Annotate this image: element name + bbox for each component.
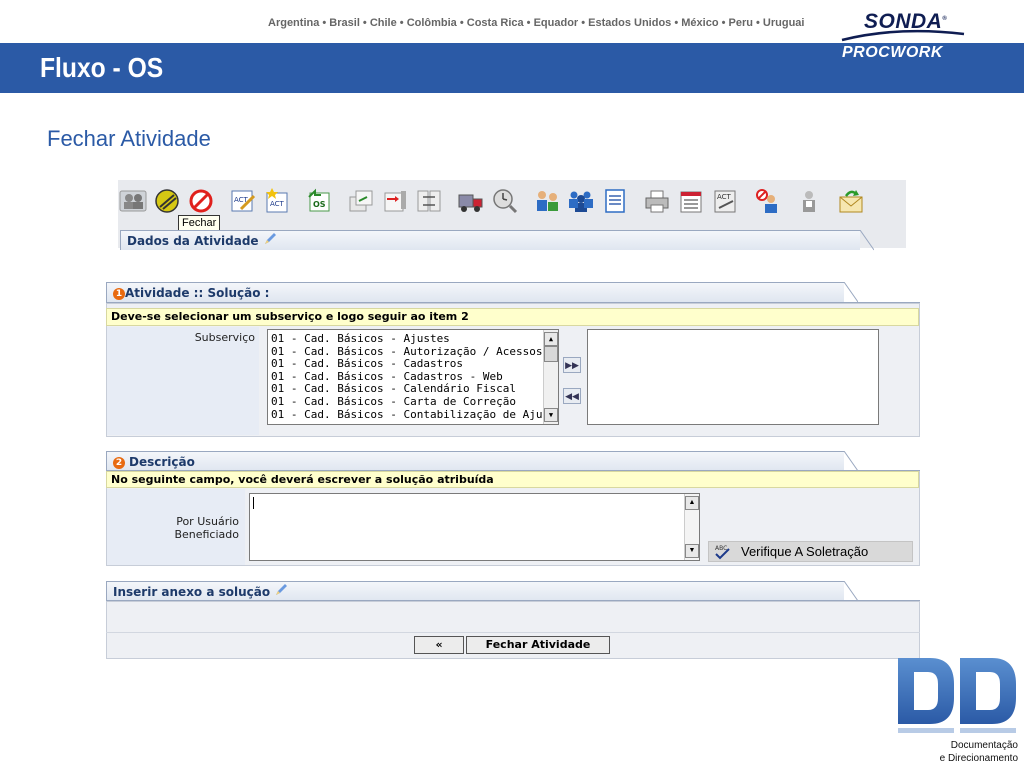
svg-text:ACT: ACT (717, 193, 732, 201)
move-icon[interactable] (380, 186, 410, 216)
print-icon[interactable] (642, 186, 672, 216)
truck-icon[interactable] (456, 186, 486, 216)
beneficiary-label-line1: Por Usuário (176, 515, 239, 528)
scroll-down-icon[interactable]: ▼ (544, 408, 558, 422)
svg-text:ABC: ABC (715, 545, 727, 552)
section3-header: Inserir anexo a solução (106, 581, 858, 602)
move-right-button[interactable]: ▶▶ (563, 357, 581, 373)
toolbar: ACT ACT OS ACT (118, 183, 870, 219)
subservice-list[interactable]: 01 - Cad. Básicos - Ajustes 01 - Cad. Bá… (267, 329, 559, 425)
scroll-up-icon[interactable]: ▲ (544, 332, 558, 346)
section1-title: Atividade :: Solução : (125, 286, 270, 300)
os-icon[interactable]: OS (304, 186, 334, 216)
solution-textarea[interactable]: ▲ ▼ (249, 493, 700, 561)
document-icon[interactable] (600, 186, 630, 216)
list-item[interactable]: 01 - Cad. Básicos - Contabilização de Aj… (271, 408, 558, 422)
section3-title: Inserir anexo a solução (113, 585, 271, 599)
dd-logo (898, 658, 1016, 733)
activity-data-tab-label: Dados da Atividade (127, 234, 259, 248)
subservice-label: Subserviço (107, 327, 259, 435)
spellcheck-button[interactable]: ABC Verifique A Soletração (708, 541, 913, 562)
group-icon[interactable] (566, 186, 596, 216)
close-tooltip: Fechar (178, 215, 221, 231)
edit-act-icon[interactable]: ACT (228, 186, 258, 216)
text-cursor (253, 497, 254, 509)
activity-data-tab[interactable]: Dados da Atividade (120, 230, 874, 252)
new-act-icon[interactable]: ACT (262, 186, 292, 216)
procwork-logo: PROCWORK (842, 44, 943, 61)
clock-search-icon[interactable] (490, 186, 520, 216)
back-button[interactable]: « (414, 636, 464, 654)
dd-caption-line1: Documentação (950, 740, 1018, 751)
section2-notice: No seguinte campo, você deverá escrever … (106, 471, 919, 488)
page-subtitle: Fechar Atividade (47, 126, 211, 151)
close-icon[interactable] (186, 186, 216, 216)
beneficiary-label-line2: Beneficiado (174, 528, 239, 541)
svg-text:ACT: ACT (270, 200, 285, 208)
forward-icon[interactable] (346, 186, 376, 216)
spellcheck-label: Verifique A Soletração (741, 544, 869, 559)
person-icon[interactable] (794, 186, 824, 216)
people-icon[interactable] (532, 186, 562, 216)
section2-number-badge: 2 (113, 456, 125, 469)
user-alert-icon[interactable] (752, 186, 782, 216)
scroll-thumb[interactable] (544, 346, 558, 362)
users-icon[interactable] (118, 186, 148, 216)
act-report-icon[interactable]: ACT (710, 186, 740, 216)
move-left-button[interactable]: ◀◀ (563, 388, 581, 404)
spellcheck-icon: ABC (713, 544, 733, 560)
transfer-icon[interactable] (414, 186, 444, 216)
close-activity-button[interactable]: Fechar Atividade (466, 636, 610, 654)
list-item[interactable]: 01 - Cad. Básicos - Carta de Correção (271, 395, 558, 409)
list-item[interactable]: 01 - Cad. Básicos - Cadastros (271, 358, 558, 371)
countries-list: Argentina • Brasil • Chile • Colômbia • … (268, 17, 805, 29)
section3-row-divider (106, 632, 920, 633)
dd-caption-line2: e Direcionamento (939, 753, 1018, 764)
report-icon[interactable] (676, 186, 706, 216)
scroll-down-icon[interactable]: ▼ (685, 544, 699, 558)
section1-notice: Deve-se selecionar um subserviço e logo … (106, 308, 919, 326)
dd-caption: Documentação e Direcionamento (940, 739, 1018, 765)
section2-header: 2 Descrição (106, 451, 858, 472)
scroll-up-icon[interactable]: ▲ (685, 496, 699, 510)
approve-icon[interactable] (152, 186, 182, 216)
section1-header: 1 Atividade :: Solução : (106, 282, 858, 303)
svg-text:OS: OS (313, 200, 326, 209)
inbox-icon[interactable] (836, 186, 866, 216)
selected-subservice-list[interactable] (587, 329, 879, 425)
subservice-scrollbar[interactable]: ▲ ▼ (543, 330, 558, 424)
page-title: Fluxo - OS (40, 52, 164, 83)
section1-number-badge: 1 (113, 287, 125, 300)
beneficiary-label: Por Usuário Beneficiado (107, 489, 245, 565)
section2-title: Descrição (129, 455, 195, 469)
pencil-icon (263, 232, 277, 252)
list-item[interactable]: 01 - Cad. Básicos - Ajustes (271, 332, 558, 346)
sonda-swoosh-icon (841, 29, 965, 42)
textarea-scrollbar[interactable]: ▲ ▼ (684, 494, 699, 560)
